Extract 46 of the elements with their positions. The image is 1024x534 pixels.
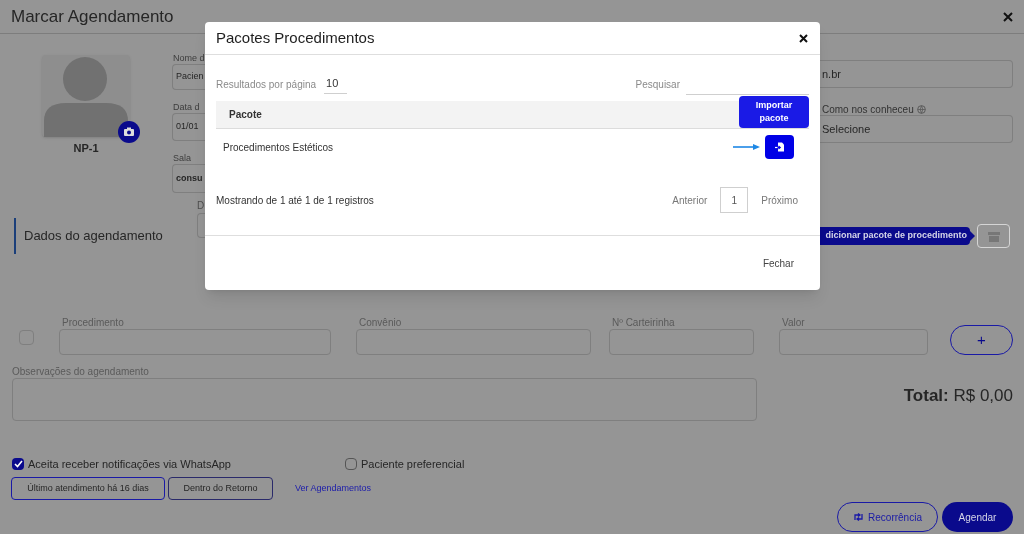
dialog-title: Pacotes Procedimentos [216, 27, 375, 48]
results-info: Mostrando de 1 até 1 de 1 registros [216, 193, 374, 208]
page-button[interactable]: 1 [720, 187, 749, 213]
globe-icon [916, 105, 926, 114]
camera-icon[interactable] [118, 121, 140, 143]
package-button[interactable] [977, 224, 1010, 248]
close-icon[interactable] [1003, 11, 1013, 22]
box-icon [986, 230, 1001, 242]
schedule-button[interactable]: Agendar [942, 502, 1013, 532]
input-field[interactable]: Selecione [820, 115, 1013, 143]
tooltip: dicionar pacote de procedimento [820, 227, 975, 245]
tooltip: Importar pacote [739, 96, 809, 128]
field-label: D [197, 199, 206, 213]
field-label: Convênio [358, 317, 403, 329]
appointments-link[interactable]: Ver Agendamentos [295, 481, 372, 496]
import-button[interactable] [765, 135, 794, 159]
patient-code: NP-1 [73, 141, 99, 156]
search-label: Pesquisar [635, 77, 680, 92]
import-icon [774, 142, 785, 152]
arrow-icon [733, 144, 760, 150]
per-page-select[interactable]: 10 [324, 74, 348, 94]
window-title: Marcar Agendamento [11, 5, 174, 28]
input-field[interactable]: n.br [820, 60, 1013, 88]
total-amount: Total: R$ 0,00 [903, 384, 1013, 407]
checkbox[interactable] [12, 458, 24, 470]
close-button[interactable]: Fechar [762, 255, 794, 271]
field-label: Nº Carteirinha [611, 317, 676, 329]
next-link[interactable]: Próximo [761, 192, 798, 208]
previous-link[interactable]: Anterior [672, 192, 708, 208]
field-label: Procedimento [61, 317, 125, 329]
checkbox[interactable] [345, 458, 357, 470]
status-badge: Dentro do Retorno [168, 477, 273, 500]
field-label: Nome d [172, 53, 205, 64]
field-label: Sala [172, 153, 192, 164]
repeat-icon [853, 513, 865, 521]
close-icon[interactable] [799, 33, 808, 43]
section-title: Dados do agendamento [24, 227, 163, 246]
field-label: Como nos conheceu [822, 103, 914, 117]
field-label: Data d [172, 102, 201, 113]
option-label: Paciente preferencial [361, 456, 465, 472]
option-label: Aceita receber notificações via WhatsApp [28, 456, 231, 472]
field-label: Valor [781, 317, 806, 329]
status-badge: Último atendimento há 16 dias [11, 477, 165, 500]
per-page-label: Resultados por página [216, 77, 317, 92]
column-header: Pacote [229, 108, 262, 122]
table-cell-text: Procedimentos Estéticos [223, 140, 334, 155]
